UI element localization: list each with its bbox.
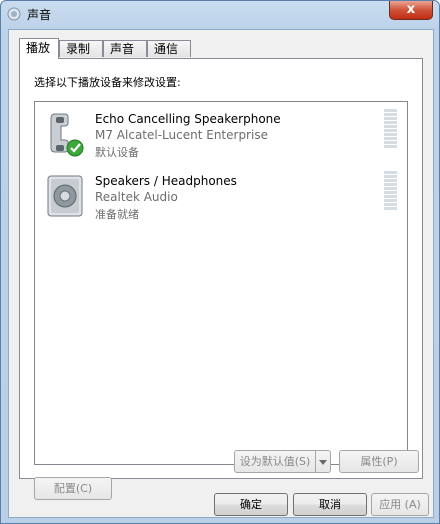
speaker-icon	[47, 175, 83, 217]
sound-dialog: 声音 x 播放 录制 声音 通信 选择以下播放设备来修改设置: Echo Can…	[0, 0, 440, 524]
telephone-handset-icon	[50, 113, 84, 157]
set-default-dropdown-icon[interactable]	[315, 450, 331, 473]
device-status: 默认设备	[95, 146, 139, 159]
device-model: Realtek Audio	[95, 190, 178, 204]
dialog-body: 播放 录制 声音 通信 选择以下播放设备来修改设置: Echo Cancelli…	[8, 29, 434, 518]
playback-panel: 选择以下播放设备来修改设置: Echo Cancelling Speakerph…	[19, 58, 423, 500]
device-name: Echo Cancelling Speakerphone	[95, 112, 281, 126]
window-title: 声音	[27, 8, 52, 22]
close-button[interactable]: x	[389, 1, 433, 20]
tab-communications[interactable]: 通信	[147, 40, 191, 57]
default-check-icon	[66, 139, 84, 157]
speaker-app-icon	[7, 7, 21, 21]
device-list[interactable]: Echo Cancelling Speakerphone M7 Alcatel-…	[34, 101, 408, 465]
set-default-button[interactable]: 设为默认值(S)	[234, 450, 316, 473]
properties-button[interactable]: 属性(P)	[339, 450, 419, 473]
ok-button[interactable]: 确定	[214, 493, 288, 516]
instruction-text: 选择以下播放设备来修改设置:	[34, 76, 181, 89]
device-name: Speakers / Headphones	[95, 174, 237, 188]
device-status: 准备就绪	[95, 208, 139, 221]
device-model: M7 Alcatel-Lucent Enterprise	[95, 128, 268, 142]
device-item[interactable]: Echo Cancelling Speakerphone M7 Alcatel-…	[35, 104, 407, 164]
volume-meter	[384, 109, 397, 149]
device-item[interactable]: Speakers / Headphones Realtek Audio 准备就绪	[35, 166, 407, 226]
tab-sounds[interactable]: 声音	[103, 40, 147, 57]
title-bar[interactable]: 声音 x	[1, 1, 439, 27]
tab-recording[interactable]: 录制	[59, 40, 103, 57]
tab-playback[interactable]: 播放	[19, 38, 59, 59]
volume-meter	[384, 171, 397, 211]
configure-button[interactable]: 配置(C)	[34, 477, 112, 500]
apply-button[interactable]: 应用 (A)	[371, 493, 429, 516]
cancel-button[interactable]: 取消	[293, 493, 367, 516]
